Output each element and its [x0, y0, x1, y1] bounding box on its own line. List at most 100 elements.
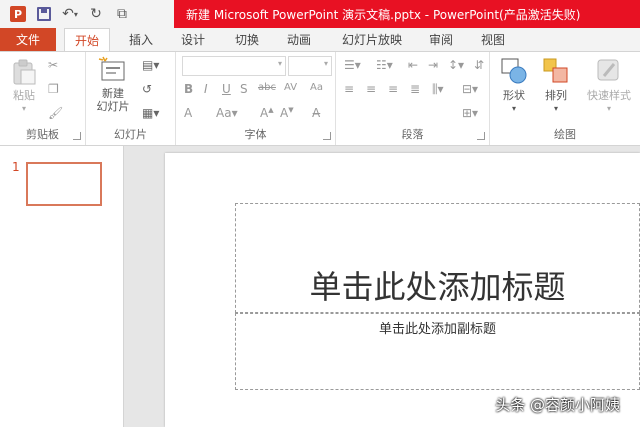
columns-icon[interactable]: ⫼▾ — [432, 82, 444, 97]
shapes-button[interactable]: 形状 ▾ — [494, 56, 534, 115]
decrease-indent-icon[interactable]: ⇤ — [408, 58, 418, 72]
undo-button[interactable]: ↶ ▾ — [58, 3, 82, 25]
start-from-beginning-icon: ⧉ — [117, 6, 127, 22]
redo-icon: ↻ — [90, 6, 102, 22]
reset-icon[interactable]: ↺ — [142, 82, 152, 96]
align-text-icon[interactable]: ⊟▾ — [462, 82, 478, 96]
chevron-down-icon: ▾ — [511, 104, 516, 113]
smartart-icon[interactable]: ⊞▾ — [462, 106, 478, 120]
text-direction-icon[interactable]: ⇵ — [474, 58, 484, 72]
underline-icon[interactable]: U — [222, 82, 231, 96]
char-spacing-icon[interactable]: AV — [284, 82, 297, 93]
change-case-icon[interactable]: Aa — [310, 82, 323, 93]
paragraph-launcher-icon[interactable] — [477, 132, 485, 140]
text-effect-icon[interactable]: A — [184, 106, 192, 120]
chevron-down-icon: ▾ — [277, 59, 282, 68]
clipboard-launcher-icon[interactable] — [73, 132, 81, 140]
paste-button[interactable]: 粘贴 ▾ — [6, 58, 42, 115]
drawing-label: 绘图 — [554, 128, 576, 141]
quick-access-toolbar: P ↶ ▾ ↻ ⧉ — [0, 0, 134, 28]
drawing-group: 形状 ▾ 排列 ▾ 快速样式 ▾ 绘图 — [490, 52, 640, 145]
format-painter-icon[interactable]: 🖌 — [48, 106, 63, 120]
tab-home[interactable]: 开始 — [64, 28, 110, 52]
slide-canvas[interactable]: 单击此处添加标题 单击此处添加副标题 — [165, 153, 640, 427]
arrange-button[interactable]: 排列 ▾ — [536, 56, 576, 115]
slide-thumbnail[interactable] — [26, 162, 102, 206]
slide-number: 1 — [12, 160, 20, 174]
clear-formatting-icon[interactable]: A̶ — [312, 106, 320, 120]
chevron-down-icon: ▾ — [606, 104, 611, 113]
quick-styles-icon — [597, 59, 619, 81]
section-icon[interactable]: ▦▾ — [142, 106, 159, 120]
font-color-icon[interactable]: Aa▾ — [216, 106, 238, 120]
align-right-icon[interactable]: ≡ — [388, 82, 398, 96]
tab-file[interactable]: 文件 — [0, 28, 56, 51]
paste-icon — [13, 59, 36, 85]
tab-transitions[interactable]: 切换 — [224, 28, 270, 51]
shapes-label: 形状 — [503, 89, 525, 102]
justify-icon[interactable]: ≣ — [410, 82, 420, 96]
layout-icon[interactable]: ▤▾ — [142, 58, 159, 72]
quick-styles-label: 快速样式 — [587, 89, 631, 102]
shadow-icon[interactable]: S — [240, 82, 248, 96]
align-center-icon[interactable]: ≡ — [366, 82, 376, 96]
watermark: 头条 @容颜小阿姨 — [495, 396, 620, 414]
paste-label: 粘贴 — [13, 89, 35, 102]
new-slide-button[interactable]: 新建 幻灯片 — [90, 56, 136, 113]
slides-group: 新建 幻灯片 ▤▾ ↺ ▦▾ 幻灯片 — [86, 52, 176, 145]
new-slide-label-2: 幻灯片 — [96, 100, 130, 113]
slides-label: 幻灯片 — [114, 128, 147, 141]
tab-design[interactable]: 设计 — [170, 28, 216, 51]
tab-view[interactable]: 视图 — [470, 28, 516, 51]
subtitle-placeholder[interactable]: 单击此处添加副标题 — [235, 313, 640, 390]
new-slide-label-1: 新建 — [102, 87, 124, 100]
title-bar: P ↶ ▾ ↻ ⧉ 新建 Microsoft PowerPoint 演示文稿.pp… — [0, 0, 640, 28]
chevron-down-icon: ▾ — [21, 104, 26, 113]
shapes-icon — [501, 58, 527, 84]
italic-icon[interactable]: I — [204, 82, 208, 96]
slide-editor: 单击此处添加标题 单击此处添加副标题 — [124, 146, 640, 427]
tab-insert[interactable]: 插入 — [118, 28, 164, 51]
font-name-select[interactable]: ▾ — [182, 56, 286, 76]
increase-indent-icon[interactable]: ⇥ — [428, 58, 438, 72]
window-title: 新建 Microsoft PowerPoint 演示文稿.pptx - Powe… — [174, 0, 640, 28]
cut-icon[interactable]: ✂ — [48, 58, 58, 72]
bold-icon[interactable]: B — [184, 82, 193, 96]
slide-thumbnail-pane: 1 — [0, 146, 124, 427]
numbering-icon[interactable]: ☷▾ — [376, 58, 393, 72]
title-placeholder[interactable]: 单击此处添加标题 — [235, 203, 640, 313]
font-label: 字体 — [244, 128, 267, 141]
font-launcher-icon[interactable] — [323, 132, 331, 140]
font-size-select[interactable]: ▾ — [288, 56, 332, 76]
increase-font-icon[interactable]: A▲ — [260, 106, 274, 120]
quick-styles-button[interactable]: 快速样式 ▾ — [578, 56, 640, 115]
ribbon: 粘贴 ▾ ✂ ❐ 🖌 剪贴板 新建 幻灯片 ▤▾ ↺ ▦▾ 幻灯片 ▾ ▾ B … — [0, 51, 640, 146]
tab-slideshow[interactable]: 幻灯片放映 — [332, 28, 412, 51]
tab-review[interactable]: 审阅 — [418, 28, 464, 51]
copy-icon[interactable]: ❐ — [48, 82, 59, 96]
save-button[interactable] — [32, 3, 56, 25]
chevron-down-icon: ▾ — [323, 59, 328, 68]
font-group: ▾ ▾ B I U S abc AV Aa A Aa▾ A▲ A▼ A̶ 字体 — [176, 52, 336, 145]
clipboard-group: 粘贴 ▾ ✂ ❐ 🖌 剪贴板 — [0, 52, 86, 145]
powerpoint-icon[interactable]: P — [6, 3, 30, 25]
arrange-icon — [543, 58, 568, 83]
start-from-beginning-button[interactable]: ⧉ — [110, 3, 134, 25]
paragraph-label: 段落 — [401, 128, 424, 141]
arrange-label: 排列 — [545, 89, 567, 102]
redo-button[interactable]: ↻ — [84, 3, 108, 25]
line-spacing-icon[interactable]: ↕▾ — [448, 58, 464, 72]
strikethrough-icon[interactable]: abc — [258, 82, 276, 93]
chevron-down-icon: ▾ — [553, 104, 558, 113]
new-slide-icon — [98, 56, 125, 81]
undo-icon: ↶ — [62, 6, 74, 22]
align-left-icon[interactable]: ≡ — [344, 82, 354, 96]
decrease-font-icon[interactable]: A▼ — [280, 106, 294, 120]
ribbon-tabs: 文件 开始 插入 设计 切换 动画 幻灯片放映 审阅 视图 — [0, 28, 640, 52]
chevron-down-icon: ▾ — [73, 9, 78, 19]
app-logo: P — [10, 6, 26, 22]
paragraph-group: ☰▾ ☷▾ ⇤ ⇥ ↕▾ ⇵ ≡ ≡ ≡ ≣ ⫼▾ ⊟▾ ⊞▾ 段落 — [336, 52, 490, 145]
tab-animations[interactable]: 动画 — [276, 28, 322, 51]
bullets-icon[interactable]: ☰▾ — [344, 58, 361, 72]
save-icon — [37, 7, 51, 21]
